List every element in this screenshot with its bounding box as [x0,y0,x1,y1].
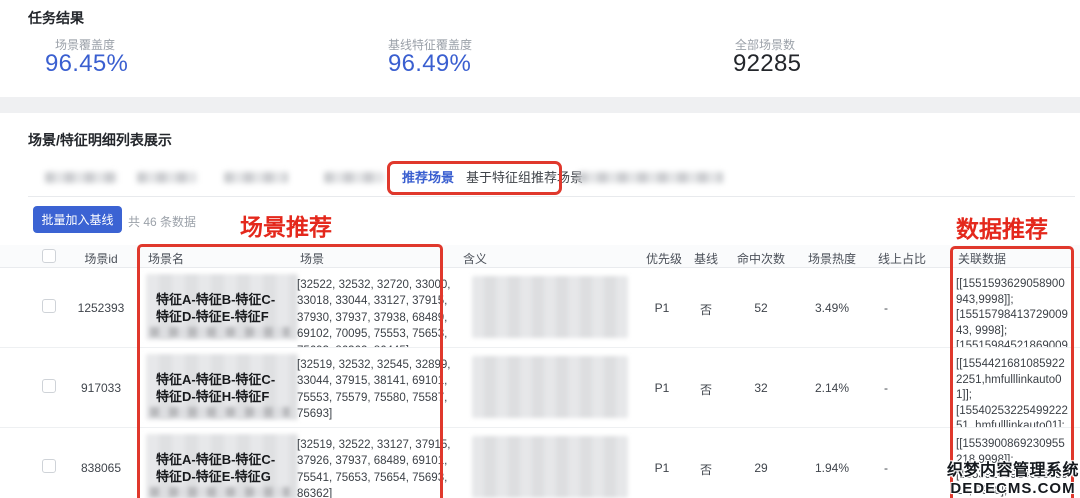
col-header-hit-count: 命中次数 [736,252,785,266]
table-header-row: 场景id 场景名 场景 含义 优先级 基线 命中次数 场景热度 线上占比 关联数… [0,245,1080,268]
cell-hit-count: 29 [754,461,768,475]
col-header-scene: 场景 [300,252,325,266]
cell-hit-count: 32 [754,381,768,395]
cell-meaning-redacted [472,276,628,338]
table-row: 917033 特征A-特征B-特征C-特征D-特征H-特征F [32519, 3… [0,348,1080,428]
col-header-priority: 优先级 [645,252,682,266]
tab-redacted-2[interactable] [137,172,197,183]
cell-online-ratio: - [884,461,888,475]
col-header-scene-name: 场景名 [148,252,185,266]
cell-scene-name: 特征A-特征B-特征C-特征D-特征E-特征F [146,274,298,340]
tabs-divider [28,196,1075,197]
batch-add-baseline-button[interactable]: 批量加入基线 [33,206,122,233]
cell-scene-name: 特征A-特征B-特征C-特征D-特征H-特征F [146,354,298,420]
cell-scene-list: [32519, 32522, 33127, 37915, 37926, 3793… [297,439,451,498]
metric-value-scene-coverage: 96.45% [45,50,129,77]
redacted-name-subtext [150,487,290,497]
watermark: 织梦内容管理系统 DEDECMS.COM [946,456,1080,497]
cell-scene-name: 特征A-特征B-特征C-特征D-特征E-特征G [146,434,298,498]
cell-meaning-redacted [472,356,628,418]
col-header-scene-heat: 场景热度 [807,252,856,266]
tab-redacted-4[interactable] [324,172,384,183]
cell-baseline: 否 [699,303,712,317]
tab-redacted-1[interactable] [45,172,117,183]
active-tab-underline [391,192,453,195]
cell-baseline: 否 [699,383,712,397]
section-title: 场景/特征明细列表展示 [28,132,172,148]
col-header-online-ratio: 线上占比 [877,252,926,266]
cell-baseline: 否 [699,463,712,477]
metric-value-baseline-feature-coverage: 96.49% [388,50,472,77]
tab-redacted-5[interactable] [578,172,723,183]
scene-name-text: 特征A-特征B-特征C-特征D-特征E-特征F [156,292,276,324]
row-checkbox[interactable] [42,379,56,393]
tab-recommended-scenes[interactable]: 推荐场景 [402,167,454,186]
watermark-line2: DEDECMS.COM [950,480,1076,497]
cell-scene-heat: 1.94% [814,461,850,475]
cell-priority: P1 [654,381,670,395]
section-divider-band [0,97,1080,113]
watermark-line1: 织梦内容管理系统 [946,462,1079,479]
cell-scene-id: 838065 [80,461,122,475]
cell-priority: P1 [654,301,670,315]
row-checkbox[interactable] [42,459,56,473]
cell-scene-list: [32522, 32532, 32720, 33000, 33018, 3304… [297,279,451,347]
redacted-name-subtext [150,407,290,417]
cell-online-ratio: - [884,301,888,315]
tab-feature-group-recommended-scenes[interactable]: 基于特征组推荐场景 [466,167,583,186]
redacted-name-subtext [150,327,290,337]
cell-related-data: [[1551593629058900943,9998]]; [155157984… [956,278,1068,348]
cell-scene-id: 917033 [80,381,122,395]
total-count-text: 共 46 条数据 [128,215,197,229]
cell-scene-id: 1252393 [77,301,125,315]
scene-name-text: 特征A-特征B-特征C-特征D-特征E-特征G [156,452,276,484]
tab-redacted-3[interactable] [224,172,288,183]
cell-priority: P1 [654,461,670,475]
page-title: 任务结果 [28,10,84,26]
cell-meaning-redacted [472,436,628,498]
row-checkbox[interactable] [42,299,56,313]
annotation-data-recommendation: 数据推荐 [956,216,1048,242]
select-all-checkbox[interactable] [42,249,56,263]
col-header-meaning: 含义 [463,252,488,266]
metric-value-total-scenes: 92285 [733,50,802,77]
col-header-baseline: 基线 [693,252,718,266]
page: 任务结果 场景覆盖度 96.45% 基线特征覆盖度 96.49% 全部场景数 9… [0,0,1080,498]
table-row: 838065 特征A-特征B-特征C-特征D-特征E-特征G [32519, 3… [0,428,1080,498]
cell-scene-list: [32519, 32532, 32545, 32899, 33044, 3791… [297,359,451,421]
cell-hit-count: 52 [754,301,768,315]
table-row: 1252393 特征A-特征B-特征C-特征D-特征E-特征F [32522, … [0,268,1080,348]
cell-online-ratio: - [884,381,888,395]
annotation-scene-recommendation: 场景推荐 [240,214,332,240]
cell-scene-heat: 3.49% [814,301,850,315]
cell-related-data: [[15544216810859222251,hmfulllinkauto01]… [956,358,1068,428]
col-header-scene-id: 场景id [84,252,118,266]
col-header-related-data: 关联数据 [958,252,1007,266]
cell-scene-heat: 2.14% [814,381,850,395]
scene-name-text: 特征A-特征B-特征C-特征D-特征H-特征F [156,372,276,404]
